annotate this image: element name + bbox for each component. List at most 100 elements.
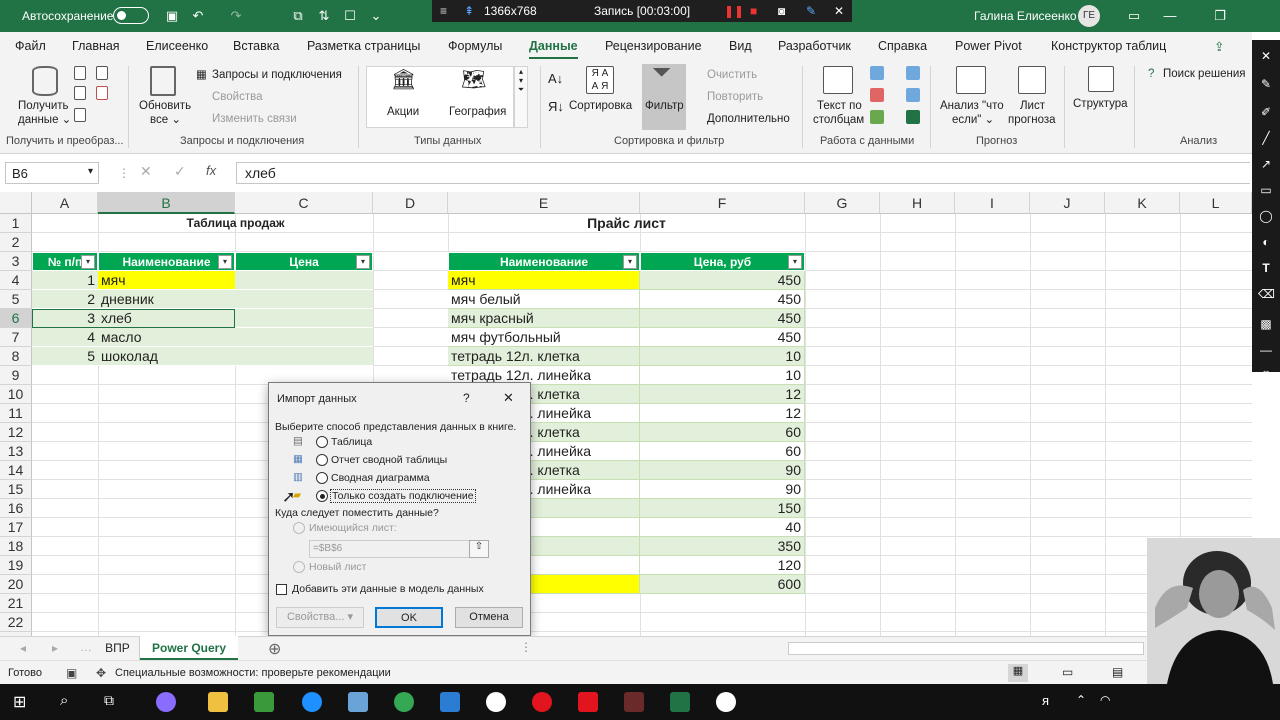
- recorder-menu-icon[interactable]: ≡: [440, 4, 447, 18]
- text-to-columns-button[interactable]: Текст по: [817, 99, 862, 113]
- sales-cell-name[interactable]: шоколад: [98, 347, 235, 366]
- edge-icon[interactable]: [302, 692, 322, 712]
- alice-icon[interactable]: [156, 692, 176, 712]
- recorder-app-icon[interactable]: [624, 692, 644, 712]
- radio-table-label[interactable]: Таблица: [331, 436, 372, 448]
- clear-button[interactable]: Очистить: [707, 68, 757, 82]
- yandex-icon[interactable]: [486, 692, 506, 712]
- remove-duplicates-icon[interactable]: [870, 88, 884, 102]
- price-cell-price[interactable]: 60: [640, 423, 805, 442]
- save-icon[interactable]: ▣: [164, 8, 180, 24]
- tab-file[interactable]: Файл: [15, 39, 46, 53]
- add-to-model-checkbox[interactable]: [276, 584, 287, 595]
- ok-button[interactable]: OK: [375, 607, 443, 628]
- price-cell-price[interactable]: 12: [640, 404, 805, 423]
- marker-icon[interactable]: ✐: [1258, 104, 1274, 120]
- formula-input[interactable]: хлеб: [236, 162, 1250, 184]
- pen-icon[interactable]: ✎: [806, 4, 816, 18]
- row-header[interactable]: 13: [0, 442, 32, 461]
- price-cell-price[interactable]: 450: [640, 290, 805, 309]
- get-data-button[interactable]: Получить: [18, 99, 69, 113]
- row-header[interactable]: 12: [0, 423, 32, 442]
- price-cell-price[interactable]: 10: [640, 347, 805, 366]
- price-cell-price[interactable]: 12: [640, 385, 805, 404]
- price-cell-price[interactable]: 450: [640, 271, 805, 290]
- sheet-tab-vpr[interactable]: ВПР: [96, 637, 140, 660]
- pen-icon[interactable]: ✎: [1258, 76, 1274, 92]
- sort-button[interactable]: Сортировка: [569, 99, 632, 113]
- stop-icon[interactable]: ■: [750, 4, 757, 18]
- price-cell-price[interactable]: 600: [640, 575, 805, 594]
- reapply-button[interactable]: Повторить: [707, 90, 763, 104]
- notepad-icon[interactable]: [254, 692, 274, 712]
- macro-record-icon[interactable]: ▣: [66, 666, 77, 680]
- cancel-button[interactable]: Отмена: [455, 607, 523, 628]
- advanced-button[interactable]: Дополнительно: [707, 112, 790, 126]
- outline-button[interactable]: Структура: [1073, 97, 1128, 111]
- row-header[interactable]: 16: [0, 499, 32, 518]
- price-cell-name[interactable]: мяч футбольный: [448, 328, 640, 347]
- col-header-i[interactable]: I: [955, 192, 1030, 214]
- undo-icon[interactable]: ↶: [190, 8, 206, 24]
- tab-review[interactable]: Рецензирование: [605, 39, 702, 53]
- filter-button-bg[interactable]: ⏷ Фильтр: [642, 61, 686, 130]
- price-header-price[interactable]: Цена, руб ▾: [640, 252, 805, 271]
- pause-icon[interactable]: ❚❚: [724, 4, 744, 18]
- normal-view-icon[interactable]: ▦: [1008, 664, 1028, 682]
- collapse-icon[interactable]: ↔: [1258, 362, 1274, 378]
- sort-qat-icon[interactable]: ⇅: [316, 8, 332, 24]
- avatar[interactable]: ГЕ: [1078, 5, 1100, 27]
- filter-dropdown-icon[interactable]: ▾: [623, 255, 637, 269]
- background-icon[interactable]: ▩: [1258, 316, 1274, 332]
- price-cell-price[interactable]: 450: [640, 309, 805, 328]
- radio-new-sheet[interactable]: [293, 561, 305, 573]
- gallery-scroll[interactable]: ▴ ▾ ⏷: [514, 66, 528, 128]
- stocks-button[interactable]: Акции: [387, 105, 419, 119]
- properties-button[interactable]: Свойства: [212, 90, 263, 104]
- collapse-dialog-icon[interactable]: ⇧: [469, 540, 489, 558]
- relationships-icon[interactable]: [906, 88, 920, 102]
- properties-dialog-button[interactable]: Свойства... ▾: [276, 607, 364, 628]
- row-header[interactable]: 19: [0, 556, 32, 575]
- prev-sheet-icon[interactable]: ◂: [20, 641, 26, 655]
- col-header-k[interactable]: K: [1105, 192, 1180, 214]
- row-header[interactable]: 4: [0, 271, 32, 290]
- row-header[interactable]: 6: [0, 309, 32, 328]
- enter-icon[interactable]: ✓: [174, 163, 186, 180]
- refresh-all-button-line2[interactable]: все ⌄: [150, 113, 181, 127]
- price-cell-price[interactable]: 150: [640, 499, 805, 518]
- from-web-icon[interactable]: [96, 66, 108, 80]
- radio-connection-only[interactable]: [316, 490, 328, 502]
- name-box[interactable]: B6 ▾: [5, 162, 99, 184]
- sales-cell-price[interactable]: [235, 347, 373, 366]
- radio-pivot-chart-label[interactable]: Сводная диаграмма: [331, 472, 430, 484]
- refresh-all-button[interactable]: Обновить: [139, 99, 191, 113]
- page-break-icon[interactable]: ▤: [1112, 665, 1123, 679]
- insert-function-icon[interactable]: fx: [206, 163, 216, 178]
- opera-icon[interactable]: [532, 692, 552, 712]
- sales-cell-price[interactable]: [235, 271, 373, 290]
- existing-connections-icon[interactable]: [74, 108, 86, 122]
- forecast-sheet-button[interactable]: Лист: [1020, 99, 1045, 113]
- line-width-icon[interactable]: —: [1258, 342, 1274, 358]
- filter-dropdown-icon[interactable]: ▾: [81, 255, 95, 269]
- palette-icon[interactable]: ◐: [1258, 234, 1274, 250]
- sales-cell-name[interactable]: масло: [98, 328, 235, 347]
- page-layout-icon[interactable]: ▭: [1062, 665, 1073, 679]
- filter-dropdown-icon[interactable]: ▾: [356, 255, 370, 269]
- minimize-icon[interactable]: —: [1162, 8, 1178, 24]
- col-header-l[interactable]: L: [1180, 192, 1252, 214]
- task-view-icon[interactable]: ⧉: [104, 692, 114, 709]
- forecast-sheet-button-line2[interactable]: прогноза: [1008, 113, 1056, 127]
- worksheet-grid[interactable]: A B C D E F G H I J K L 1 2 3 4 5 6 7 8 …: [0, 192, 1252, 636]
- radio-existing-sheet[interactable]: [293, 522, 305, 534]
- chevron-down-icon[interactable]: ▾: [88, 166, 93, 177]
- what-if-button[interactable]: Анализ "что: [940, 99, 1004, 113]
- filter-dropdown-icon[interactable]: ▾: [218, 255, 232, 269]
- row-header[interactable]: 20: [0, 575, 32, 594]
- radio-pivot-table-label[interactable]: Отчет сводной таблицы: [331, 454, 447, 466]
- row-header[interactable]: 18: [0, 537, 32, 556]
- horizontal-scrollbar[interactable]: [788, 642, 1144, 655]
- tab-formulas[interactable]: Формулы: [448, 39, 502, 53]
- col-header-e[interactable]: E: [448, 192, 640, 214]
